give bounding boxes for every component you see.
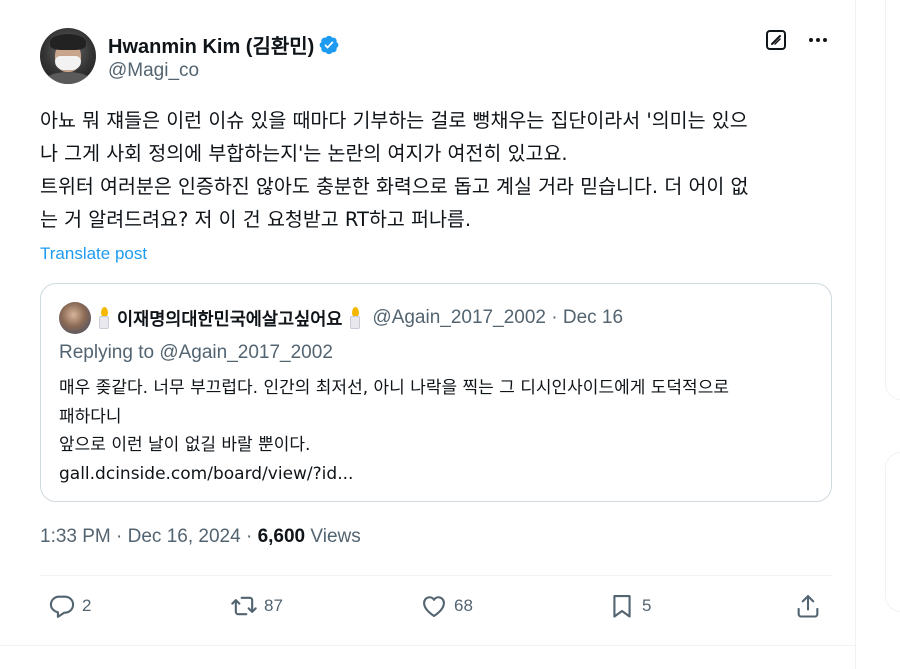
bookmark-icon (613, 595, 631, 618)
reply-count: 2 (82, 596, 92, 615)
bookmark-count: 5 (642, 596, 652, 615)
more-dot (823, 38, 827, 42)
more-dot (809, 38, 813, 42)
quoted-text-link[interactable]: gall.dcinside.com/board/view/?id... (59, 460, 819, 489)
header-actions (764, 28, 830, 52)
quoted-author-avatar[interactable] (59, 302, 91, 334)
tweet-header: Hwanmin Kim (김환민) @Magi_co (40, 28, 840, 84)
quoted-text-line: 매우 좆같다. 너무 부끄럽다. 인간의 최저선, 아니 나락을 찍는 그 디시… (59, 378, 729, 398)
divider (0, 645, 856, 646)
author-name-row[interactable]: Hwanmin Kim (김환민) (108, 30, 340, 59)
tweet-text: 아뇨 뭐 쟤들은 이런 이슈 있을 때마다 기부하는 걸로 뻥채우는 집단이라서… (40, 109, 749, 231)
candle-icon (348, 307, 362, 329)
views-label: Views (305, 526, 361, 547)
views-count[interactable]: 6,600 (258, 526, 306, 547)
author-handle[interactable]: @Magi_co (108, 60, 199, 82)
retweet-count: 87 (264, 596, 283, 615)
quoted-tweet[interactable]: 이재명의대한민국에살고싶어요 @Again_2017_2002 · Dec 16… (40, 283, 832, 502)
quoted-tweet-header: 이재명의대한민국에살고싶어요 @Again_2017_2002 · Dec 16 (59, 302, 623, 334)
share-icon (797, 595, 819, 618)
divider (40, 575, 832, 576)
more-icon[interactable] (806, 28, 830, 52)
translate-post-link[interactable]: Translate post (40, 244, 147, 264)
verified-badge-icon[interactable] (318, 34, 340, 56)
author-avatar[interactable] (40, 28, 96, 84)
sidebar-card (885, 0, 900, 400)
author-display-name[interactable]: Hwanmin Kim (김환민) (108, 30, 314, 59)
avatar-mask (55, 56, 81, 70)
bookmark-button[interactable]: 5 (608, 592, 651, 620)
tweet-meta: 1:33 PM · Dec 16, 2024 · 6,600 Views (40, 526, 361, 548)
tweet-timestamp[interactable]: 1:33 PM · Dec 16, 2024 · (40, 526, 258, 547)
like-button[interactable]: 68 (420, 592, 473, 620)
right-sidebar (857, 0, 900, 669)
like-icon (423, 596, 445, 617)
quoted-author-name[interactable]: 이재명의대한민국에살고싶어요 (117, 306, 342, 331)
candle-body (99, 316, 109, 329)
reply-icon (49, 595, 75, 618)
sidebar-card (885, 452, 900, 612)
candle-icon (97, 307, 111, 329)
avatar-shirt (44, 72, 92, 84)
quoted-handle-date[interactable]: @Again_2017_2002 · Dec 16 (372, 307, 623, 329)
grok-icon[interactable] (764, 28, 788, 52)
share-button[interactable] (794, 592, 822, 620)
quoted-tweet-text: 매우 좆같다. 너무 부끄럽다. 인간의 최저선, 아니 나락을 찍는 그 디시… (59, 374, 819, 488)
like-count: 68 (454, 596, 473, 615)
retweet-icon (231, 596, 257, 616)
candle-body (350, 316, 361, 329)
more-dot (816, 38, 820, 42)
retweet-button[interactable]: 87 (230, 592, 283, 620)
avatar-hair (50, 34, 86, 50)
reply-button[interactable]: 2 (48, 592, 91, 620)
quoted-text-line: 패하다니 (59, 406, 122, 427)
tweet-detail-column: Hwanmin Kim (김환민) @Magi_co 아뇨 뭐 쟤들은 이런 이… (0, 0, 856, 669)
quoted-text-line: 앞으로 이런 날이 없길 바랄 뿐이다. (59, 435, 311, 455)
tweet-actions-bar: 2 87 68 5 (40, 592, 832, 626)
quoted-replying-to: Replying to @Again_2017_2002 (59, 342, 333, 363)
